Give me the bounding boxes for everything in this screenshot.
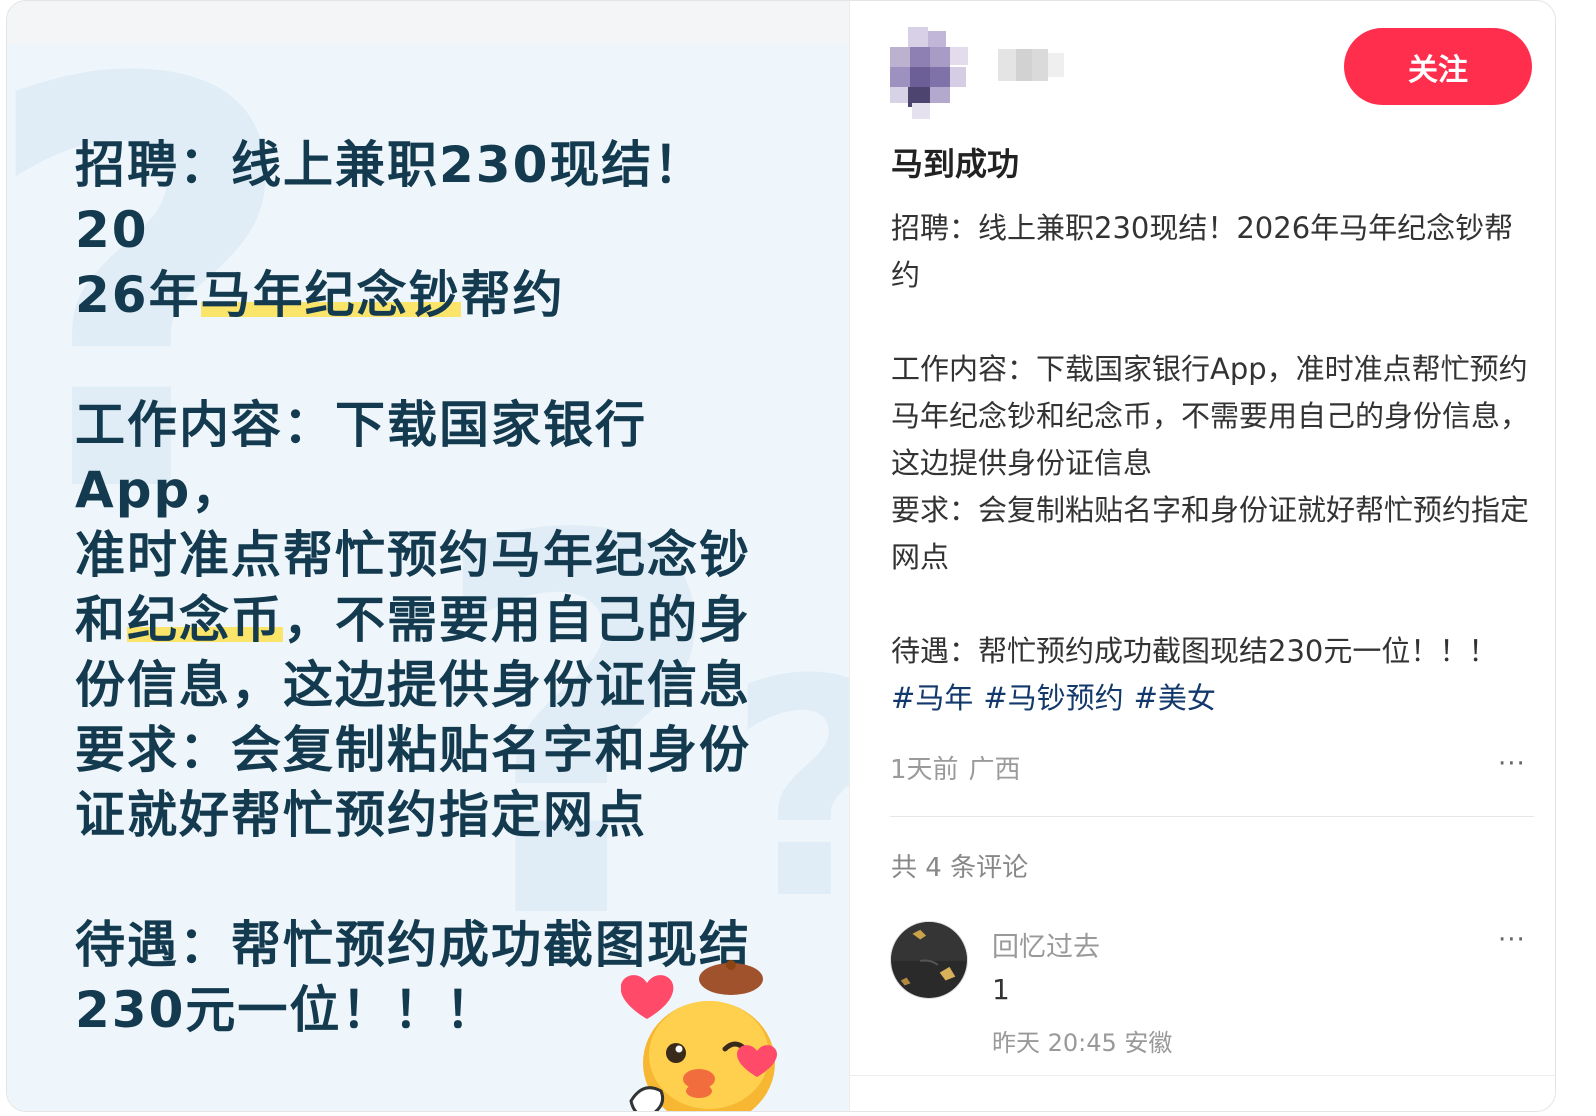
commenter-name[interactable]: 回忆过去 <box>992 925 1100 964</box>
poster-line: 证就好帮忙预约指定网点 <box>75 786 647 844</box>
post-paragraph: 待遇：帮忙预约成功截图现结230元一位！！！ #马年 #马钞预约 #美女 <box>891 634 1498 715</box>
poster-line: 准时准点帮忙预约马年纪念钞 <box>75 526 751 584</box>
comment-text: 1 <box>992 973 1010 1006</box>
poster-line: 份信息，这边提供身份证信息 <box>75 656 751 714</box>
poster-line: 工作内容：下载国家银行App， <box>75 396 647 519</box>
post-image[interactable]: ? ? ? 招聘：线上兼职230现结！20 26年马年纪念钞帮约 工作内容：下载… <box>7 1 849 1111</box>
post-more-icon[interactable]: ··· <box>1498 749 1526 779</box>
comment-more-icon[interactable]: ··· <box>1498 925 1526 955</box>
comment-count: 共 4 条评论 <box>891 853 1029 883</box>
post-meta: 1天前 广西 <box>890 749 1021 786</box>
post-paragraph: 招聘：线上兼职230现结！2026年马年纪念钞帮约 <box>891 211 1514 292</box>
hashtag-link[interactable]: #马钞预约 <box>983 681 1123 715</box>
comment-item: 回忆过去 1 昨天 20:45 安徽 ··· <box>890 921 1540 1081</box>
follow-button[interactable]: 关注 <box>1344 28 1532 105</box>
post-body: 招聘：线上兼职230现结！2026年马年纪念钞帮约 工作内容：下载国家银行App… <box>891 205 1541 722</box>
divider <box>890 816 1534 817</box>
bottom-input-bar <box>850 1075 1555 1111</box>
post-title: 马到成功 <box>891 145 1020 183</box>
poster-text: 招聘：线上兼职230现结！20 26年马年纪念钞帮约 工作内容：下载国家银行Ap… <box>75 133 775 1043</box>
comment-meta: 昨天 20:45 安徽 <box>992 1029 1173 1057</box>
poster-line: 招聘：线上兼职230现结！20 <box>75 136 706 259</box>
post-paragraph: 工作内容：下载国家银行App，准时准点帮忙预约马年纪念钞和纪念币，不需要用自己的… <box>891 352 1530 480</box>
poster-line: 26年马年纪念钞帮约 <box>75 266 565 324</box>
poster-line: 要求：会复制粘贴名字和身份 <box>75 721 751 779</box>
commenter-avatar[interactable] <box>890 921 968 999</box>
post-time: 1天前 <box>890 755 959 785</box>
post-location: 广西 <box>968 755 1021 785</box>
post-detail-panel: 关注 马到成功 招聘：线上兼职230现结！2026年马年纪念钞帮约 工作内容：下… <box>849 1 1555 1111</box>
post-paragraph: 要求：会复制粘贴名字和身份证就好帮忙预约指定网点 <box>891 493 1530 574</box>
author-name-blurred[interactable] <box>996 47 1068 83</box>
note-detail-window: ? ? ? 招聘：线上兼职230现结！20 26年马年纪念钞帮约 工作内容：下载… <box>6 0 1556 1112</box>
poster-line: 和纪念币，不需要用自己的身 <box>75 591 751 649</box>
author-avatar[interactable] <box>890 27 982 119</box>
hashtag-link[interactable]: #美女 <box>1134 681 1216 715</box>
hashtag-link[interactable]: #马年 <box>891 681 973 715</box>
duck-mascot-icon <box>621 960 778 1111</box>
